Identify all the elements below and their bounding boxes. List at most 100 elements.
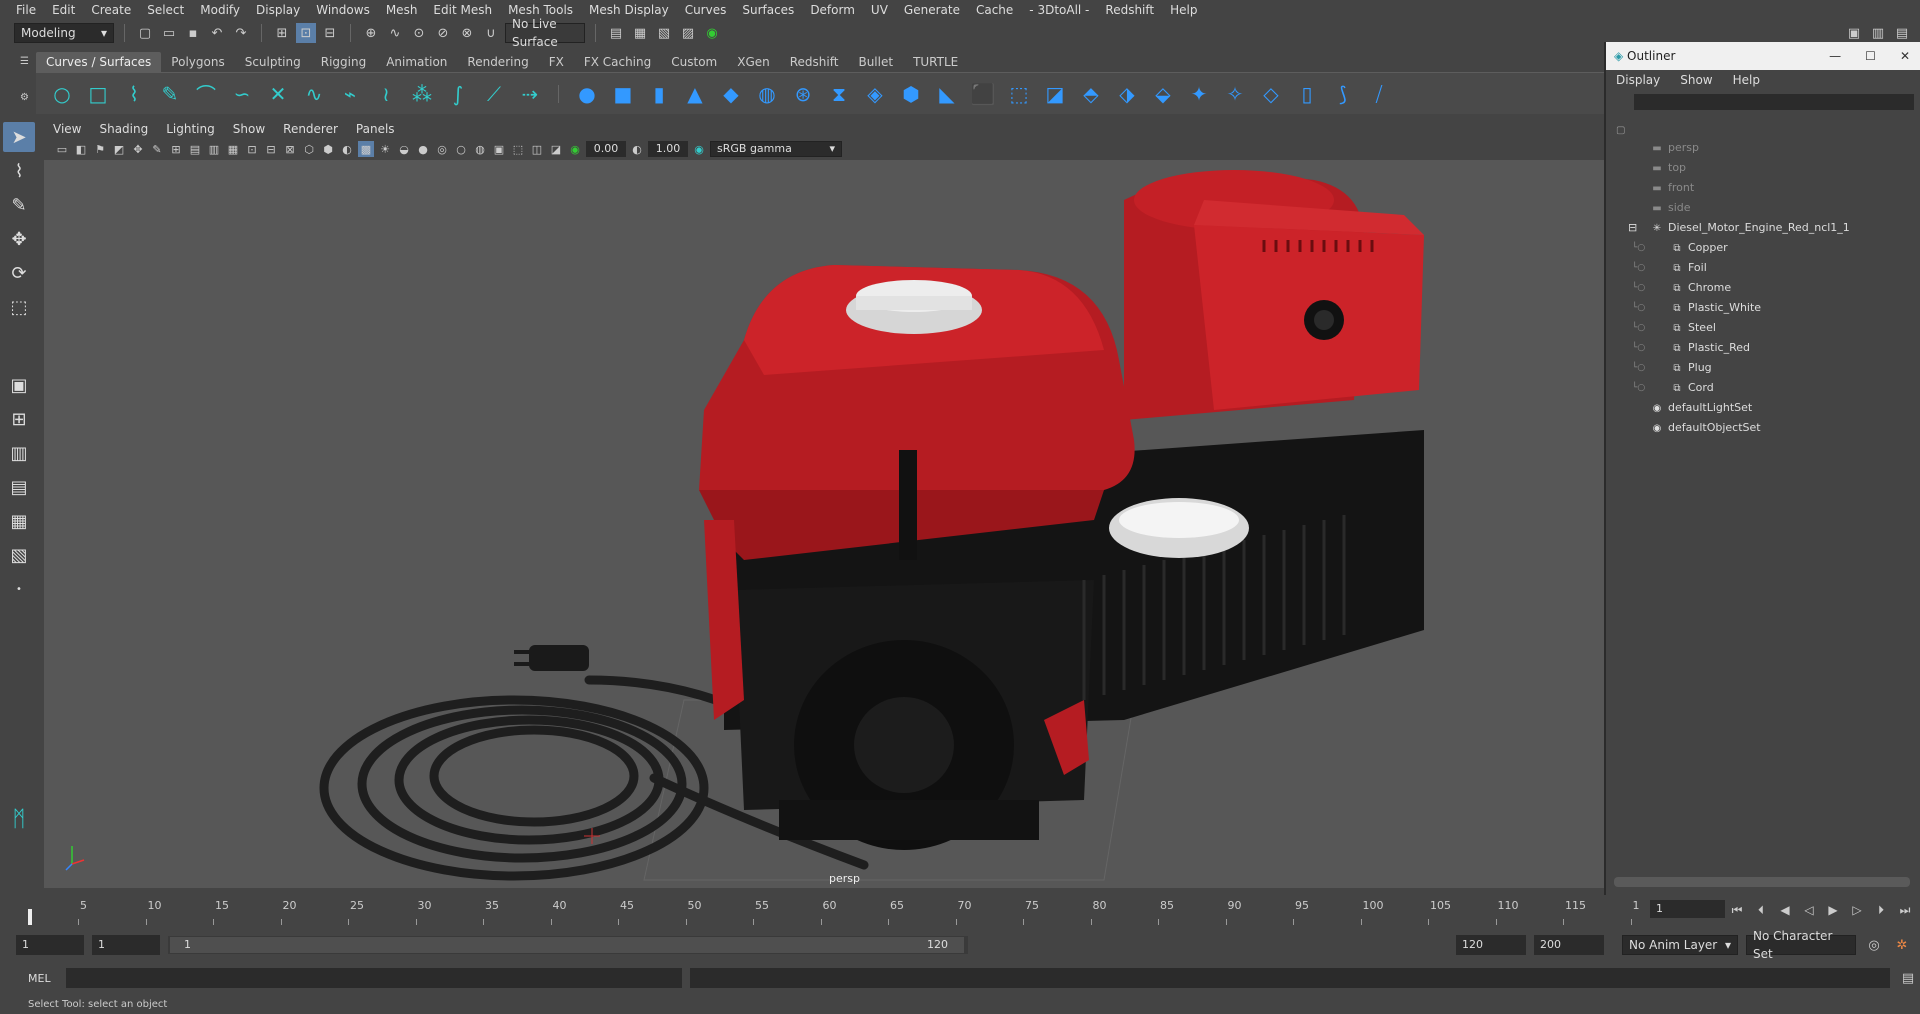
four-view-icon[interactable]: ⊞ (3, 404, 35, 434)
curve-attach-icon[interactable]: ✕ (264, 80, 292, 108)
live-surface-field[interactable]: No Live Surface (505, 17, 585, 49)
viewport-menu-renderer[interactable]: Renderer (274, 120, 347, 138)
nurbs-plane-icon[interactable]: ◆ (717, 80, 745, 108)
more-layouts-icon[interactable]: • (3, 574, 35, 604)
shelf-tab-custom[interactable]: Custom (661, 52, 727, 72)
curve-reverse-icon[interactable]: ⇢ (516, 80, 544, 108)
step-forward-frame-icon[interactable]: ▷ (1848, 901, 1866, 919)
anim-layer-dropdown[interactable]: No Anim Layer ▾ (1622, 935, 1738, 955)
range-slider-handle[interactable]: 1 120 (170, 937, 964, 953)
playback-end-field[interactable]: 120 (1456, 935, 1526, 955)
wireframe-icon[interactable]: ⬡ (301, 141, 317, 157)
outliner-item-mesh[interactable]: ⧉ Cord └○ (1606, 378, 1920, 398)
playback-start-field[interactable]: 1 (92, 935, 160, 955)
surface-edit-icon[interactable]: ⧸ (1365, 80, 1393, 108)
viewport-3d[interactable]: persp (44, 160, 1604, 888)
outliner-persp-icon[interactable]: ▤ (3, 472, 35, 502)
two-d-pan-icon[interactable]: ✥ (130, 141, 146, 157)
menu-windows[interactable]: Windows (308, 0, 378, 20)
menu-curves[interactable]: Curves (677, 0, 735, 20)
move-tool-icon[interactable]: ✥ (3, 224, 35, 254)
nurbs-cone-icon[interactable]: ▲ (681, 80, 709, 108)
ep-curve-icon[interactable]: ⌒ (192, 80, 220, 108)
revolve-icon[interactable]: ⊛ (789, 80, 817, 108)
curve-insert-icon[interactable]: ∫ (444, 80, 472, 108)
field-chart-icon[interactable]: ⊡ (244, 141, 260, 157)
minimize-icon[interactable]: — (1829, 49, 1841, 63)
outliner-item-mesh[interactable]: ⧉ Steel └○ (1606, 318, 1920, 338)
anim-start-field[interactable]: 1 (16, 935, 84, 955)
menu-edit-mesh[interactable]: Edit Mesh (425, 0, 500, 20)
exposure-field[interactable]: 0.00 (586, 141, 626, 157)
insert-isoparm-icon[interactable]: ▯ (1293, 80, 1321, 108)
step-back-frame-icon[interactable]: ◀ (1776, 901, 1794, 919)
select-object-icon[interactable]: ⊡ (296, 23, 316, 43)
outliner-item-mesh[interactable]: ⧉ Chrome └○ (1606, 278, 1920, 298)
nurbs-sphere-icon[interactable]: ● (573, 80, 601, 108)
ipr-render-icon[interactable]: ▧ (654, 23, 674, 43)
script-editor-icon[interactable]: ▤ (1898, 968, 1918, 988)
curve-rebuild-icon[interactable]: ⌁ (336, 80, 364, 108)
shelf-tab-sculpting[interactable]: Sculpting (235, 52, 311, 72)
untrim-icon[interactable]: ✦ (1185, 80, 1213, 108)
bevel-icon[interactable]: ◪ (1041, 80, 1069, 108)
shelf-settings-icon[interactable]: ⚙ (20, 92, 29, 103)
shelf-tab-rendering[interactable]: Rendering (457, 52, 538, 72)
isolate-select-icon[interactable]: ▣ (491, 141, 507, 157)
nurbs-cube-icon[interactable]: ■ (609, 80, 637, 108)
magnet-icon[interactable]: ∪ (481, 23, 501, 43)
outliner-item-camera[interactable]: ▬ top (1606, 158, 1920, 178)
select-tool-icon[interactable]: ➤ (3, 122, 35, 152)
current-time-marker[interactable] (28, 909, 32, 925)
rotate-tool-icon[interactable]: ⟳ (3, 258, 35, 288)
shelf-tab-fx-caching[interactable]: FX Caching (574, 52, 661, 72)
viewport-menu-panels[interactable]: Panels (347, 120, 404, 138)
outliner-item-set[interactable]: ◉ defaultLightSet (1606, 398, 1920, 418)
wireframe-on-shaded-icon[interactable]: ◐ (339, 141, 355, 157)
close-icon[interactable]: ✕ (1900, 49, 1910, 63)
workspace-icon[interactable]: ▣ (1844, 23, 1864, 43)
menu-create[interactable]: Create (83, 0, 139, 20)
shelf-menu-icon[interactable]: ☰ (20, 56, 29, 67)
square-surface-icon[interactable]: ⬚ (1005, 80, 1033, 108)
cv-curve-icon[interactable]: ⌇ (120, 80, 148, 108)
graph-persp-icon[interactable]: ▦ (3, 506, 35, 536)
detach-surface-icon[interactable]: ◇ (1257, 80, 1285, 108)
planar-icon[interactable]: ◈ (861, 80, 889, 108)
screen-space-ao-icon[interactable]: ● (415, 141, 431, 157)
shadows-icon[interactable]: ◒ (396, 141, 412, 157)
camera-attributes-icon[interactable]: ◧ (73, 141, 89, 157)
single-view-icon[interactable]: ▣ (3, 370, 35, 400)
menu-help[interactable]: Help (1162, 0, 1205, 20)
menu-display[interactable]: Display (248, 0, 308, 20)
viewport-menu-view[interactable]: View (44, 120, 90, 138)
select-hierarchy-icon[interactable]: ⊞ (272, 23, 292, 43)
paint-select-icon[interactable]: ✎ (3, 190, 35, 220)
image-plane-icon[interactable]: ◩ (111, 141, 127, 157)
maximize-icon[interactable]: ☐ (1865, 49, 1876, 63)
shelf-tab-turtle[interactable]: TURTLE (903, 52, 968, 72)
menu-redshift[interactable]: Redshift (1097, 0, 1162, 20)
trim-tool-icon[interactable]: ⬙ (1149, 80, 1177, 108)
go-to-start-icon[interactable]: ⏮ (1728, 901, 1746, 919)
motion-blur-icon[interactable]: ◎ (434, 141, 450, 157)
play-backward-icon[interactable]: ◁ (1800, 901, 1818, 919)
menu-mesh[interactable]: Mesh (378, 0, 426, 20)
command-input[interactable] (66, 968, 682, 988)
sculpt-geometry-icon[interactable]: ⟆ (1329, 80, 1357, 108)
shelf-tab-rigging[interactable]: Rigging (311, 52, 376, 72)
scale-tool-icon[interactable]: ⬚ (3, 292, 35, 322)
curve-fillet-icon[interactable]: ⁂ (408, 80, 436, 108)
shelf-tab-redshift[interactable]: Redshift (780, 52, 849, 72)
camera-select-icon[interactable]: ▭ (54, 141, 70, 157)
nurbs-circle-icon[interactable]: ○ (48, 80, 76, 108)
film-gate-icon[interactable]: ▤ (187, 141, 203, 157)
lasso-tool-icon[interactable]: ⌇ (3, 156, 35, 186)
depth-of-field-icon[interactable]: ◍ (472, 141, 488, 157)
save-scene-icon[interactable]: ▪ (183, 23, 203, 43)
outliner-item-mesh[interactable]: ⧉ Foil └○ (1606, 258, 1920, 278)
outliner-item-camera[interactable]: ▬ side (1606, 198, 1920, 218)
menu-deform[interactable]: Deform (802, 0, 863, 20)
smooth-shade-icon[interactable]: ⬢ (320, 141, 336, 157)
shelf-tab-bullet[interactable]: Bullet (848, 52, 903, 72)
